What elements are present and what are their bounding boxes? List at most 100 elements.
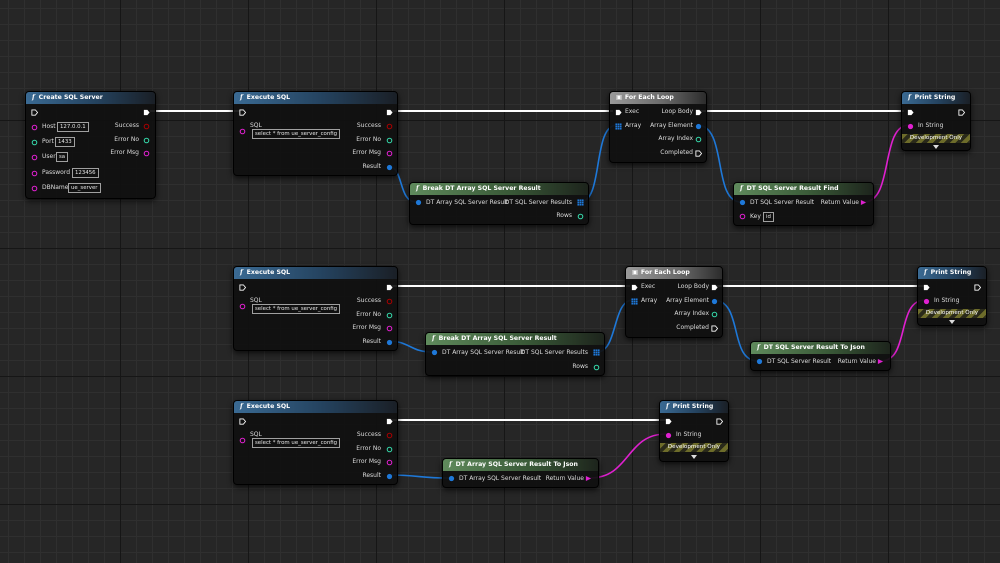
execute-sql-node[interactable]: f Execute SQL SQL select * from ue_server… (233, 91, 398, 176)
string-pin[interactable] (31, 170, 38, 177)
struct-pin[interactable] (711, 298, 718, 305)
int-pin[interactable] (31, 139, 38, 146)
exec-in-pin[interactable] (239, 418, 246, 425)
struct-pin[interactable] (431, 349, 438, 356)
exec-out-pin[interactable] (386, 418, 393, 425)
password-input[interactable]: 123456 (72, 168, 99, 178)
bool-pin[interactable] (386, 123, 393, 130)
create-sql-server-node[interactable]: f Create SQL Server Host 127.0.0.1 Port 1… (25, 91, 156, 199)
pin-label-in-string: In String (918, 122, 944, 129)
host-input[interactable]: 127.0.0.1 (57, 122, 89, 132)
string-pin[interactable] (386, 325, 393, 332)
string-pin[interactable] (31, 124, 38, 131)
for-each-loop-node[interactable]: ▣ For Each Loop Exec Array Loop Body Arra… (609, 91, 707, 163)
break-dt-array-node[interactable]: f Break DT Array SQL Server Result DT Arr… (425, 332, 605, 376)
struct-pin[interactable] (448, 475, 455, 482)
key-input[interactable]: id (763, 212, 774, 222)
user-input[interactable]: sa (56, 152, 69, 162)
string-out-pin[interactable] (860, 199, 867, 206)
for-each-loop-node[interactable]: ▣ For Each Loop Exec Array Loop Body Arra… (625, 266, 723, 338)
dbname-input[interactable]: ue_server (68, 183, 101, 193)
string-pin[interactable] (923, 298, 930, 305)
string-pin[interactable] (665, 432, 672, 439)
exec-in-pin[interactable] (631, 284, 638, 291)
print-string-node[interactable]: f Print String In String Development Only (917, 266, 987, 326)
int-pin[interactable] (695, 136, 702, 143)
array-pin[interactable] (615, 123, 622, 130)
expand-arrow-icon[interactable] (691, 455, 697, 459)
expand-arrow-icon[interactable] (949, 320, 955, 324)
execute-sql-node[interactable]: f Execute SQL SQL select * from ue_server… (233, 266, 398, 351)
int-pin[interactable] (143, 137, 150, 144)
execute-sql-node[interactable]: f Execute SQL SQL select * from ue_server… (233, 400, 398, 485)
int-pin[interactable] (386, 312, 393, 319)
pin-label-return: Return Value (837, 358, 876, 365)
string-pin[interactable] (239, 437, 246, 444)
exec-out-pin[interactable] (695, 150, 702, 157)
string-pin[interactable] (31, 185, 38, 192)
bool-pin[interactable] (143, 123, 150, 130)
string-pin[interactable] (143, 150, 150, 157)
node-title: Print String (930, 269, 972, 276)
exec-in-pin[interactable] (923, 284, 930, 291)
node-title: Execute SQL (246, 94, 291, 101)
string-pin[interactable] (386, 459, 393, 466)
int-pin[interactable] (386, 446, 393, 453)
exec-in-pin[interactable] (239, 284, 246, 291)
sql-query-input[interactable]: select * from ue_server_config (252, 304, 341, 314)
exec-in-pin[interactable] (665, 418, 672, 425)
exec-out-pin[interactable] (695, 109, 702, 116)
int-pin[interactable] (577, 213, 584, 220)
exec-out-pin[interactable] (711, 284, 718, 291)
exec-out-pin[interactable] (143, 109, 150, 116)
node-header: f DT Array SQL Server Result To Json (443, 459, 598, 471)
array-pin[interactable] (577, 199, 584, 206)
exec-in-pin[interactable] (907, 109, 914, 116)
string-pin[interactable] (907, 123, 914, 130)
bool-pin[interactable] (386, 432, 393, 439)
pin-label-return: Return Value (545, 475, 584, 482)
int-pin[interactable] (593, 364, 600, 371)
print-string-node[interactable]: f Print String In String Development Only (659, 400, 729, 462)
function-icon: f (449, 461, 452, 468)
string-pin[interactable] (739, 213, 746, 220)
exec-out-pin[interactable] (958, 109, 965, 116)
int-pin[interactable] (386, 137, 393, 144)
result-to-json-node[interactable]: f DT SQL Server Result To Json DT SQL Ser… (750, 341, 891, 371)
int-pin[interactable] (711, 311, 718, 318)
struct-pin[interactable] (386, 339, 393, 346)
string-pin[interactable] (239, 303, 246, 310)
break-dt-array-node[interactable]: f Break DT Array SQL Server Result DT Arr… (409, 182, 589, 225)
result-find-node[interactable]: f DT SQL Server Result Find DT SQL Server… (733, 182, 874, 226)
struct-pin[interactable] (386, 164, 393, 171)
port-input[interactable]: 1433 (55, 137, 75, 147)
array-result-to-json-node[interactable]: f DT Array SQL Server Result To Json DT A… (442, 458, 599, 488)
exec-in-pin[interactable] (31, 109, 38, 116)
sql-query-input[interactable]: select * from ue_server_config (252, 129, 341, 139)
array-pin[interactable] (631, 298, 638, 305)
struct-pin[interactable] (756, 358, 763, 365)
struct-pin[interactable] (739, 199, 746, 206)
exec-in-pin[interactable] (239, 109, 246, 116)
string-out-pin[interactable] (877, 358, 884, 365)
struct-pin[interactable] (386, 473, 393, 480)
expand-arrow-icon[interactable] (933, 145, 939, 149)
pin-label-error-no: Error No (356, 311, 381, 318)
print-string-node[interactable]: f Print String In String Development Only (901, 91, 971, 151)
exec-in-pin[interactable] (615, 109, 622, 116)
exec-out-pin[interactable] (974, 284, 981, 291)
string-pin[interactable] (239, 128, 246, 135)
exec-out-pin[interactable] (386, 284, 393, 291)
bool-pin[interactable] (386, 298, 393, 305)
string-wire[interactable] (589, 433, 667, 479)
string-pin[interactable] (31, 154, 38, 161)
exec-out-pin[interactable] (386, 109, 393, 116)
struct-pin[interactable] (415, 199, 422, 206)
sql-query-input[interactable]: select * from ue_server_config (252, 438, 341, 448)
exec-out-pin[interactable] (711, 325, 718, 332)
string-out-pin[interactable] (585, 475, 592, 482)
array-pin[interactable] (593, 349, 600, 356)
exec-out-pin[interactable] (716, 418, 723, 425)
string-pin[interactable] (386, 150, 393, 157)
struct-pin[interactable] (695, 123, 702, 130)
